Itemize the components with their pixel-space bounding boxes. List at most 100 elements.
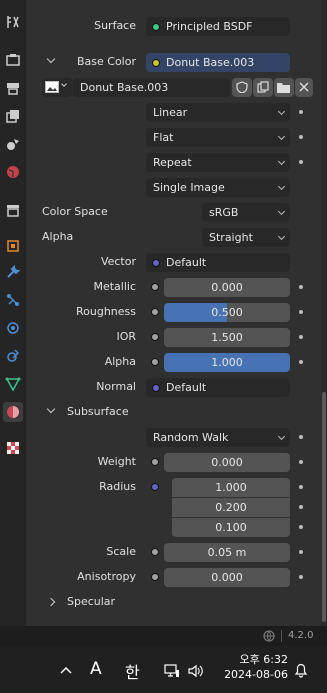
extension-dropdown[interactable]: Repeat	[146, 153, 290, 172]
alpha-slider[interactable]: 1.000	[164, 353, 290, 372]
float-socket-icon[interactable]	[151, 548, 159, 556]
chevron-up-icon[interactable]	[60, 666, 72, 674]
duplicate-button[interactable]	[253, 78, 273, 97]
keyframe-dot[interactable]	[299, 135, 303, 139]
language-indicator[interactable]: 한	[125, 659, 140, 683]
anisotropy-slider[interactable]: 0.000	[164, 568, 290, 587]
vector-value: Default	[166, 256, 207, 269]
open-image-button[interactable]	[274, 78, 294, 97]
vector-link-field[interactable]: Default	[146, 253, 290, 272]
radius-z-field[interactable]: 0.100	[172, 518, 290, 537]
alpha-value: 1.000	[211, 356, 243, 369]
metallic-slider[interactable]: 0.000	[164, 278, 290, 297]
clock-ampm: 오후	[239, 653, 260, 666]
keyframe-dot[interactable]	[299, 525, 303, 529]
interpolation-dropdown[interactable]: Linear	[146, 103, 290, 122]
object-tab-icon[interactable]	[3, 236, 23, 256]
data-tab-icon[interactable]	[3, 374, 23, 394]
image-icon	[45, 81, 59, 93]
keyframe-dot[interactable]	[299, 575, 303, 579]
color-space-dropdown[interactable]: sRGB	[202, 203, 290, 222]
keyframe-dot[interactable]	[299, 110, 303, 114]
ior-label: IOR	[116, 330, 136, 343]
unlink-button[interactable]	[295, 78, 313, 97]
keyframe-dot[interactable]	[299, 160, 303, 164]
ime-mode-indicator[interactable]: A	[90, 659, 102, 679]
notification-bell-icon[interactable]	[294, 662, 308, 678]
metallic-value: 0.000	[211, 281, 243, 294]
float-socket-icon[interactable]	[151, 283, 159, 291]
fake-user-button[interactable]	[232, 78, 252, 97]
alpha-mode-dropdown[interactable]: Straight	[202, 228, 290, 247]
subsurface-method-dropdown[interactable]: Random Walk	[146, 428, 290, 447]
vector-socket-icon[interactable]	[151, 483, 159, 491]
subsurface-weight-row: Weight 0.000	[26, 452, 321, 472]
alpha-mode-row: Alpha Straight	[26, 227, 321, 247]
ior-row: IOR 1.500	[26, 327, 321, 347]
render-tab-icon[interactable]	[3, 50, 23, 70]
volume-icon[interactable]	[188, 664, 204, 678]
clock-time: 오후 6:32	[222, 652, 288, 667]
scale-field[interactable]: 0.05 m	[164, 543, 290, 562]
tool-tab-icon[interactable]	[3, 12, 23, 32]
keyframe-dot[interactable]	[299, 505, 303, 509]
float-socket-icon[interactable]	[151, 358, 159, 366]
float-socket-icon[interactable]	[151, 573, 159, 581]
material-tab-icon[interactable]	[3, 402, 23, 422]
particles-tab-icon[interactable]	[3, 290, 23, 310]
keyframe-dot[interactable]	[299, 335, 303, 339]
texture-tab-icon[interactable]	[3, 438, 23, 458]
scene-tab-icon[interactable]	[3, 134, 23, 154]
collection-tab-icon[interactable]	[3, 200, 23, 220]
clock[interactable]: 오후 6:32 2024-08-06	[222, 652, 288, 682]
subsurface-method-row: Random Walk	[26, 427, 321, 447]
base-color-link-field[interactable]: Donut Base.003	[146, 53, 290, 72]
keyframe-dot[interactable]	[299, 310, 303, 314]
radius-x-field[interactable]: 1.000	[172, 478, 290, 497]
collapse-chevron-icon[interactable]	[46, 404, 56, 414]
image-name-field[interactable]: Donut Base.003	[73, 78, 230, 97]
subsurface-header[interactable]: Subsurface	[26, 402, 321, 422]
source-dropdown[interactable]: Single Image	[146, 178, 290, 197]
float-socket-icon[interactable]	[151, 333, 159, 341]
specular-header[interactable]: Specular	[26, 592, 321, 612]
alpha-row: Alpha 1.000	[26, 352, 321, 372]
roughness-label: Roughness	[75, 305, 136, 318]
roughness-slider[interactable]: 0.500	[164, 303, 290, 322]
keyframe-dot[interactable]	[299, 435, 303, 439]
image-browse-button[interactable]	[42, 78, 72, 97]
keyframe-dot[interactable]	[299, 485, 303, 489]
version-label: 4.2.0	[288, 630, 314, 641]
network-status-icon[interactable]	[164, 664, 180, 678]
alpha-mode-label: Alpha	[42, 230, 74, 243]
ior-field[interactable]: 1.500	[164, 328, 290, 347]
physics-tab-icon[interactable]	[3, 318, 23, 338]
float-socket-icon[interactable]	[151, 308, 159, 316]
output-tab-icon[interactable]	[3, 78, 23, 98]
constraints-tab-icon[interactable]	[3, 346, 23, 366]
surface-shader-field[interactable]: Principled BSDF	[146, 17, 290, 36]
base-color-row: Base Color Donut Base.003	[26, 52, 321, 72]
weight-slider[interactable]: 0.000	[164, 453, 290, 472]
color-socket-icon	[152, 59, 160, 67]
view-layer-tab-icon[interactable]	[3, 106, 23, 126]
collapse-chevron-icon[interactable]	[46, 54, 56, 64]
expand-chevron-icon[interactable]	[46, 597, 56, 607]
keyframe-dot[interactable]	[299, 360, 303, 364]
normal-link-field[interactable]: Default	[146, 378, 290, 397]
shield-icon	[236, 81, 248, 93]
keyframe-dot[interactable]	[299, 285, 303, 289]
projection-dropdown[interactable]: Flat	[146, 128, 290, 147]
modifier-tab-icon[interactable]	[3, 262, 23, 282]
scrollbar-thumb[interactable]	[322, 392, 326, 622]
clock-date: 2024-08-06	[224, 668, 288, 681]
world-tab-icon[interactable]	[3, 162, 23, 182]
radius-y-field[interactable]: 0.200	[172, 498, 290, 517]
keyframe-dot[interactable]	[299, 460, 303, 464]
chevron-down-icon	[61, 81, 67, 87]
normal-label: Normal	[96, 380, 136, 393]
keyframe-dot[interactable]	[299, 550, 303, 554]
float-socket-icon[interactable]	[151, 458, 159, 466]
close-icon	[299, 82, 309, 92]
subsurface-label: Subsurface	[67, 405, 129, 418]
